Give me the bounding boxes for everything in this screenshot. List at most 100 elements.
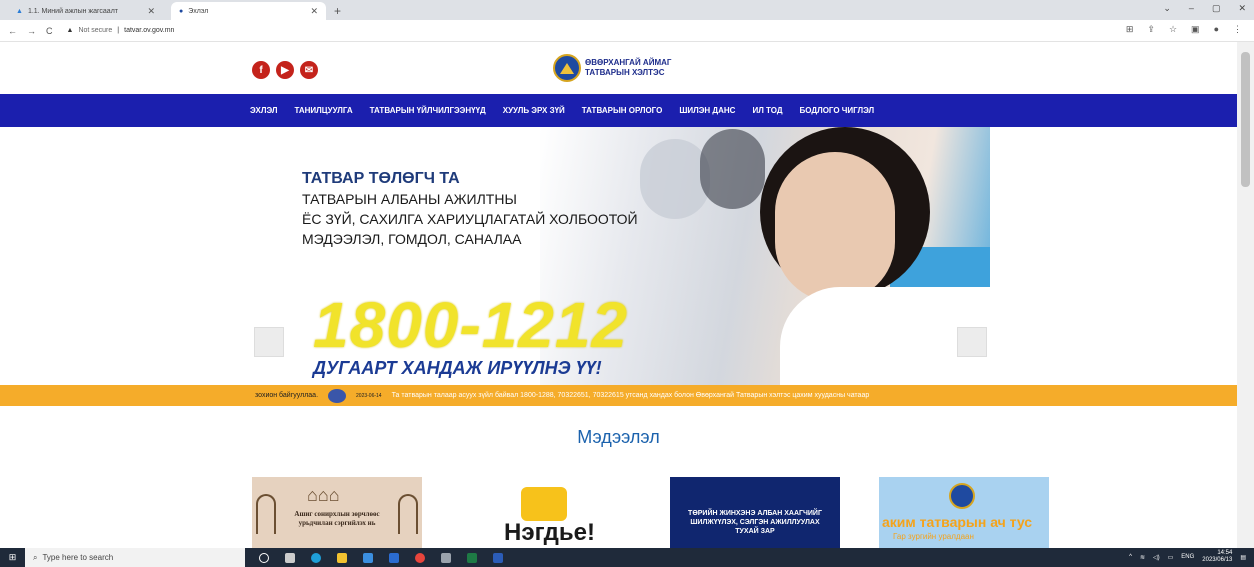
ticker-logo-icon [328,388,347,403]
toolbar-actions: ⊞ ⇪ ☆ ▣ ● ⋮ [1126,24,1242,35]
hero-call-to-action: ДУГААРТ ХАНДАЖ ИРҮҮЛНЭ ҮҮ! [313,358,602,378]
hotline-number: 1800-1212 [313,289,629,361]
hero-heading: ТАТВАР ТӨЛӨГЧ ТА [302,170,460,187]
browser-tab-strip: ▲ 1.1. Миний ажлын жагсаалт ✕ ● Эхлэл ✕ … [0,0,1254,20]
emblem-icon [949,483,975,509]
nav-transparency[interactable]: ИЛ ТОД [752,106,782,115]
info-card[interactable]: ТӨРИЙН ЖИНХЭНЭ АЛБАН ХААГЧИЙГ ШИЛЖҮҮЛЭХ,… [670,477,840,548]
address-bar[interactable]: ▲ Not secure | tatvar.ov.gov.mn [63,23,1123,39]
task-view-icon[interactable] [259,552,269,563]
card-caption: аким татварын ач тус [882,514,1033,530]
clock-time: 14:54 [1217,550,1233,556]
clock-date: 2023/06/13 [1202,557,1233,563]
nav-policy[interactable]: БОДЛОГО ЧИГЛЭЛ [800,106,875,115]
taskbar-search[interactable]: ⌕ Type here to search [25,548,245,567]
warning-icon[interactable]: ▲ [67,27,74,34]
facebook-icon[interactable]: f [252,61,270,79]
nav-services[interactable]: ТАТВАРЫН ҮЙЛЧИЛГЭЭНҮҮД [370,106,486,115]
card-caption: ТӨРИЙН ЖИНХЭНЭ АЛБАН ХААГЧИЙГ ШИЛЖҮҮЛЭХ,… [688,510,822,535]
new-tab-button[interactable]: + [334,2,341,20]
store-icon[interactable] [363,552,373,563]
info-card[interactable]: ⌂⌂⌂ Ашиг сонирхлын зөрчлөөс урьдчилан сэ… [252,477,422,548]
bookmark-star-icon[interactable]: ☆ [1169,24,1177,35]
edge-icon[interactable] [311,552,321,563]
tab-favicon-icon: ▲ [16,7,23,15]
browser-tab-active[interactable]: ● Эхлэл ✕ [171,2,326,20]
hero-line2: ТАТВАРЫН АЛБАНЫ АЖИЛТНЫ [302,191,517,207]
window-controls: ⌄ – ▢ ✕ [1163,3,1246,14]
file-explorer-icon[interactable] [337,552,347,563]
widgets-icon[interactable] [285,552,295,563]
nav-about[interactable]: ТАНИЛЦУУЛГА [294,106,352,115]
word-icon[interactable] [493,552,503,563]
translate-icon[interactable]: ⊞ [1126,24,1134,35]
tab-close-icon[interactable]: ✕ [147,6,155,17]
maximize-button[interactable]: ▢ [1212,3,1221,14]
mail-icon[interactable] [389,552,399,563]
profile-icon[interactable]: ● [1214,24,1219,35]
search-icon: ⌕ [33,552,38,562]
notifications-icon[interactable]: ▤ [1240,554,1246,561]
page-viewport: f ▶ ✉ ӨВӨРХАНГАЙ АЙМАГ ТАТВАРЫН ХЭЛТЭС Э… [0,42,1237,548]
chrome-icon[interactable] [415,552,425,563]
nav-glass-account[interactable]: ШИЛЭН ДАНС [679,106,735,115]
site-logo[interactable]: ӨВӨРХАНГАЙ АЙМАГ ТАТВАРЫН ХЭЛТЭС [553,54,671,82]
share-icon[interactable]: ⇪ [1147,24,1155,35]
tab-favicon-icon: ● [179,7,184,15]
news-ticker: зохион байгууллаа. 2023-06-14 Та татвары… [0,385,1237,406]
carousel-prev-button[interactable] [254,327,284,357]
excel-icon[interactable] [467,552,477,563]
email-icon[interactable]: ✉ [300,61,318,79]
windows-start-icon[interactable]: ⊞ [0,548,25,567]
card-subcaption: Гар зургийн уралдаан [893,532,974,541]
tab-title: 1.1. Миний ажлын жагсаалт [27,7,118,15]
carousel-next-button[interactable] [957,327,987,357]
whistle-icon [521,487,567,521]
card-caption: Нэгдье! [504,519,595,546]
system-tray: ^ ≋ ◁) ▭ ENG 14:54 2023/06/13 ▤ [1129,550,1246,564]
hero-line4: МЭДЭЭЛЭЛ, ГОМДОЛ, САНАЛАА [302,231,522,247]
clock[interactable]: 14:54 2023/06/13 [1202,550,1232,564]
tray-chevron-icon[interactable]: ^ [1129,554,1132,560]
security-label: Not secure [78,27,113,34]
volume-icon[interactable]: ◁) [1153,554,1160,561]
ticker-text[interactable]: Та татварын талаар асуух зүйл байвал 180… [392,392,870,399]
nav-home[interactable]: ЭХЛЭЛ [250,106,277,115]
social-links: f ▶ ✉ [252,61,318,79]
side-panel-icon[interactable]: ▣ [1191,24,1200,35]
tab-search-icon[interactable]: ⌄ [1163,3,1171,14]
forward-icon[interactable]: → [27,26,36,36]
info-card[interactable]: Нэгдье! [461,477,631,548]
card-caption: Ашиг сонирхлын зөрчлөөс урьдчилан сэргий… [294,510,380,527]
main-nav: ЭХЛЭЛ ТАНИЛЦУУЛГА ТАТВАРЫН ҮЙЛЧИЛГЭЭНҮҮД… [0,94,1237,127]
network-icon[interactable]: ≋ [1140,554,1145,561]
nav-revenue[interactable]: ТАТВАРЫН ОРЛОГО [582,106,663,115]
scrollbar-thumb[interactable] [1241,52,1250,187]
info-cards: ⌂⌂⌂ Ашиг сонирхлын зөрчлөөс урьдчилан сэ… [252,477,1049,548]
minimize-button[interactable]: – [1189,3,1194,14]
building-icon: ⌂⌂⌂ [307,485,340,505]
section-title: Мэдээлэл [577,427,660,447]
page-scrollbar[interactable] [1237,42,1254,548]
ticker-prev-text[interactable]: зохион байгууллаа. [255,392,318,399]
url-text[interactable]: tatvar.ov.gov.mn [124,27,174,34]
close-window-button[interactable]: ✕ [1238,3,1246,14]
settings-icon[interactable] [441,552,451,563]
emblem-icon [553,54,581,82]
back-icon[interactable]: ← [8,26,17,36]
battery-icon[interactable]: ▭ [1168,554,1174,561]
taskbar: ⊞ ⌕ Type here to search ^ ≋ ◁) ▭ ENG 14:… [0,548,1254,567]
search-placeholder: Type here to search [42,553,114,562]
logo-line2: ТАТВАРЫН ХЭЛТЭС [585,68,665,77]
language-indicator[interactable]: ENG [1181,554,1194,560]
youtube-icon[interactable]: ▶ [276,61,294,79]
hero-line3: ЁС ЗҮЙ, САХИЛГА ХАРИУЦЛАГАТАЙ ХОЛБООТОЙ [302,211,638,227]
tab-title: Эхлэл [188,7,209,15]
info-card[interactable]: аким татварын ач тус Гар зургийн уралдаа… [879,477,1049,548]
tab-close-icon[interactable]: ✕ [310,6,318,17]
menu-icon[interactable]: ⋮ [1233,24,1242,35]
nav-law[interactable]: ХУУЛЬ ЭРХ ЗҮЙ [503,106,565,115]
reload-icon[interactable]: C [46,26,53,36]
ticker-date: 2023-06-14 [356,392,382,399]
browser-tab[interactable]: ▲ 1.1. Миний ажлын жагсаалт ✕ [8,2,163,20]
